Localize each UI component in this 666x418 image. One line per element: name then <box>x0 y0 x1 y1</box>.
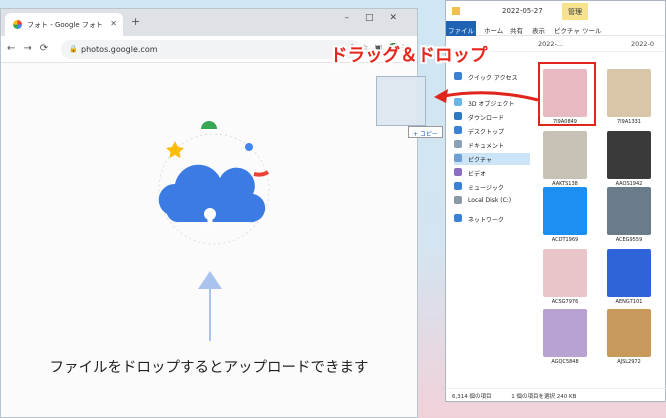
drop-instruction: ファイルをドロップするとアップロードできます <box>49 360 369 376</box>
file-item[interactable]: AAOS1942 <box>600 131 658 187</box>
thumbnail <box>543 131 587 179</box>
ribbon-picture-tools[interactable]: ピクチャ ツール <box>554 25 602 35</box>
selection-highlight <box>538 62 596 126</box>
selection-info: 1 個の項目を選択 240 KB <box>511 394 577 400</box>
ribbon-share[interactable]: 共有 <box>510 25 523 35</box>
file-item[interactable]: ACDT1969 <box>536 187 594 243</box>
video-icon <box>454 168 462 176</box>
tab-bar: フォト - Google フォト ✕ + –□✕ <box>1 9 417 36</box>
thumbnail <box>543 309 587 357</box>
disk-icon <box>454 196 462 204</box>
tab-google-photos[interactable]: フォト - Google フォト ✕ <box>5 13 123 36</box>
file-item[interactable]: AENG7101 <box>600 249 658 305</box>
nav-network[interactable]: ネットワーク <box>454 213 530 225</box>
nav-videos[interactable]: ビデオ <box>454 167 530 179</box>
network-icon <box>454 214 462 222</box>
file-item[interactable]: ACEG9559 <box>600 187 658 243</box>
file-item[interactable]: AGQC5848 <box>536 309 594 365</box>
file-item[interactable]: AAKTS138 <box>536 131 594 187</box>
explorer-titlebar: 2022-05-27 管理 <box>446 1 665 21</box>
music-icon <box>454 182 462 190</box>
folder-icon <box>452 7 460 15</box>
close-tab-icon[interactable]: ✕ <box>110 19 117 28</box>
nav-desktop[interactable]: デスクトップ <box>454 125 530 137</box>
url-text: photos.google.com <box>81 45 158 54</box>
file-item[interactable]: AJSL2972 <box>600 309 658 365</box>
star-icon <box>454 72 462 80</box>
upload-cloud-illustration <box>158 121 270 245</box>
picture-icon <box>454 154 462 162</box>
nav-buttons[interactable]: ←→⟳ <box>7 43 56 54</box>
item-count: 6,314 個の項目 <box>452 394 492 400</box>
browser-window: フォト - Google フォト ✕ + –□✕ ←→⟳ 🔒 photos.go… <box>0 8 418 418</box>
status-bar: 6,314 個の項目 1 個の項目を選択 240 KB <box>446 388 666 401</box>
url-field[interactable]: 🔒 photos.google.com <box>61 40 361 59</box>
ribbon-home[interactable]: ホーム <box>484 25 503 35</box>
lock-icon: 🔒 <box>69 45 78 53</box>
drop-zone[interactable]: ファイルをドロップするとアップロードできます <box>1 63 417 417</box>
thumbnail <box>607 187 651 235</box>
new-tab-button[interactable]: + <box>131 15 140 28</box>
nav-music[interactable]: ミュージック <box>454 181 530 193</box>
file-item[interactable]: ACSG7976 <box>536 249 594 305</box>
search-field[interactable]: 2022-0 <box>631 40 654 48</box>
file-item[interactable]: 7I9A1331 <box>600 69 658 125</box>
thumbnail <box>607 309 651 357</box>
ribbon: ファイル ホーム 共有 表示 ピクチャ ツール <box>446 21 665 36</box>
drag-and-drop-label: ドラッグ＆ドロップ <box>330 46 488 66</box>
upload-arrow-icon <box>198 271 222 341</box>
copy-tooltip: + コピー <box>408 126 443 138</box>
window-controls[interactable]: –□✕ <box>344 13 413 23</box>
google-photos-icon <box>13 20 22 29</box>
ribbon-file[interactable]: ファイル <box>446 21 476 36</box>
nav-pictures[interactable]: ピクチャ <box>454 153 530 165</box>
manage-tab[interactable]: 管理 <box>562 3 588 20</box>
thumbnail <box>607 69 651 117</box>
document-icon <box>454 140 462 148</box>
ribbon-view[interactable]: 表示 <box>532 25 545 35</box>
folder-title: 2022-05-27 <box>502 7 543 15</box>
drag-arrow-icon <box>434 89 539 103</box>
nav-local-disk[interactable]: Local Disk (C:) <box>454 195 530 207</box>
desktop-icon <box>454 126 462 134</box>
tab-title: フォト - Google フォト <box>27 21 103 29</box>
thumbnail <box>607 131 651 179</box>
mail-icon <box>543 187 587 235</box>
nav-documents[interactable]: ドキュメント <box>454 139 530 151</box>
drag-ghost-thumbnail <box>376 76 426 126</box>
thumbnail <box>543 249 587 297</box>
path-field[interactable]: 2022-... <box>538 40 563 48</box>
thumbnail <box>607 249 651 297</box>
download-icon <box>454 112 462 120</box>
nav-downloads[interactable]: ダウンロード <box>454 111 530 123</box>
